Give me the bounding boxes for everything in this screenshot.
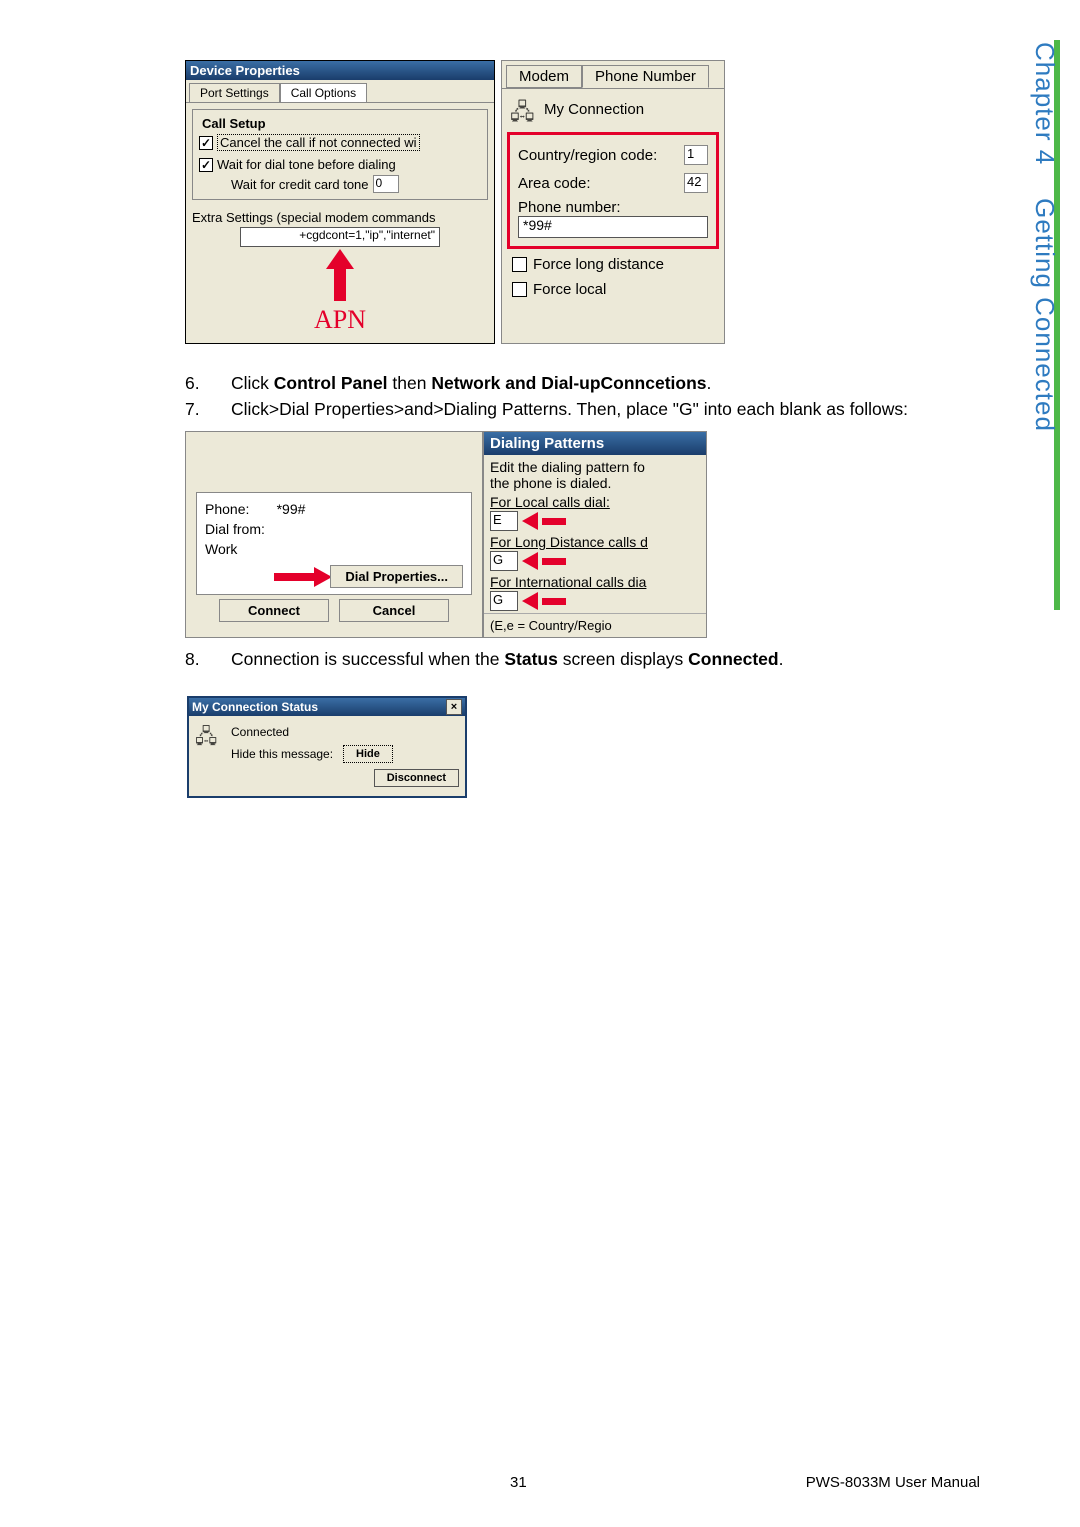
step-number: 7. <box>185 398 205 422</box>
step-number: 8. <box>185 648 205 672</box>
tab-call-options[interactable]: Call Options <box>280 83 367 102</box>
dp-subtitle1: Edit the dialing pattern fo <box>490 459 700 475</box>
wait-dialtone-checkbox[interactable] <box>199 158 213 172</box>
force-long-label: Force long distance <box>533 256 664 273</box>
work-label: Work <box>205 539 463 559</box>
device-properties-titlebar: Device Properties <box>186 61 494 80</box>
arrow-up-icon <box>326 249 354 269</box>
force-local-label: Force local <box>533 281 606 298</box>
step-text: Connection is successful when the Status… <box>231 648 985 672</box>
cancel-call-label: Cancel the call if not connected wi <box>217 134 420 151</box>
intl-input[interactable]: G <box>490 591 518 611</box>
connection-name: My Connection <box>544 101 644 118</box>
arrow-left-icon <box>522 512 538 530</box>
connection-icon <box>195 722 223 750</box>
call-setup-legend: Call Setup <box>199 116 269 131</box>
cancel-call-checkbox[interactable] <box>199 136 213 150</box>
arrow-stem <box>274 573 314 581</box>
arrow-stem <box>542 558 566 565</box>
dp-footnote: (E,e = Country/Regio <box>484 613 706 637</box>
apn-label: APN <box>186 301 494 343</box>
chapter-title: Getting Connected <box>1030 198 1060 432</box>
dial-from-label: Dial from: <box>205 519 463 539</box>
dial-box-panel: Phone: *99# Dial from: Work Dial Propert… <box>185 431 483 638</box>
hide-message-label: Hide this message: <box>231 747 333 761</box>
manual-name: PWS-8033M User Manual <box>806 1474 980 1491</box>
area-label: Area code: <box>518 175 591 192</box>
hide-button[interactable]: Hide <box>343 745 393 763</box>
country-label: Country/region code: <box>518 147 657 164</box>
step-number: 6. <box>185 372 205 396</box>
phone-number-panel: Modem Phone Number My Connection Country… <box>501 60 725 344</box>
instruction-list: 6. Click Control Panel then Network and … <box>185 372 985 421</box>
local-label: For Local calls dial: <box>490 494 610 510</box>
area-input[interactable]: 42 <box>684 173 708 193</box>
arrow-stem <box>334 269 346 301</box>
force-long-checkbox[interactable] <box>512 257 527 272</box>
tab-modem[interactable]: Modem <box>506 65 582 88</box>
long-label: For Long Distance calls d <box>490 534 648 550</box>
intl-label: For International calls dia <box>490 574 646 590</box>
wait-credit-label: Wait for credit card tone <box>231 177 369 192</box>
chapter-number: Chapter 4 <box>1030 42 1060 165</box>
phone-value: *99# <box>277 501 306 517</box>
connect-button[interactable]: Connect <box>219 599 329 622</box>
tab-phone-number[interactable]: Phone Number <box>582 65 709 88</box>
phone-input[interactable]: *99# <box>518 216 708 238</box>
connected-status: Connected <box>231 722 459 742</box>
my-connection-status-dialog: My Connection Status × Connected Hide th… <box>187 696 467 798</box>
connection-icon <box>510 95 538 123</box>
chapter-side-text: Chapter 4 Getting Connected <box>1029 42 1060 432</box>
extra-settings-input[interactable]: +cgdcont=1,"ip","internet" <box>240 227 440 247</box>
step-text: Click Control Panel then Network and Dia… <box>231 372 985 396</box>
tab-port-settings[interactable]: Port Settings <box>189 83 280 102</box>
long-input[interactable]: G <box>490 551 518 571</box>
phone-label: Phone: <box>205 501 249 517</box>
call-setup-fieldset: Call Setup Cancel the call if not connec… <box>192 109 488 200</box>
mcs-title-text: My Connection Status <box>192 700 318 714</box>
country-input[interactable]: 1 <box>684 145 708 165</box>
arrow-left-icon <box>522 592 538 610</box>
arrow-left-icon <box>522 552 538 570</box>
phone-label: Phone number: <box>518 199 708 216</box>
page-number: 31 <box>510 1474 527 1491</box>
dialing-patterns-title: Dialing Patterns <box>484 432 706 455</box>
local-input[interactable]: E <box>490 511 518 531</box>
dialing-patterns-dialog: Dialing Patterns Edit the dialing patter… <box>483 431 707 638</box>
force-local-checkbox[interactable] <box>512 282 527 297</box>
cancel-button[interactable]: Cancel <box>339 599 449 622</box>
tab-strip: Port Settings Call Options <box>186 80 494 103</box>
step-text: Click>Dial Properties>and>Dialing Patter… <box>231 398 985 422</box>
arrow-stem <box>542 598 566 605</box>
phone-fields-highlight: Country/region code: 1 Area code: 42 Pho… <box>507 132 719 249</box>
close-button[interactable]: × <box>446 699 462 715</box>
dial-properties-button[interactable]: Dial Properties... <box>330 565 463 588</box>
arrow-stem <box>542 518 566 525</box>
disconnect-button[interactable]: Disconnect <box>374 769 459 787</box>
dp-subtitle2: the phone is dialed. <box>490 475 700 491</box>
wait-dialtone-label: Wait for dial tone before dialing <box>217 157 396 172</box>
page-footer: 31 PWS-8033M User Manual <box>0 1474 1080 1491</box>
wait-credit-input[interactable]: 0 <box>373 175 399 193</box>
extra-settings-label: Extra Settings (special modem commands <box>186 206 494 227</box>
instruction-list: 8. Connection is successful when the Sta… <box>185 648 985 672</box>
device-properties-dialog: Device Properties Port Settings Call Opt… <box>185 60 495 344</box>
